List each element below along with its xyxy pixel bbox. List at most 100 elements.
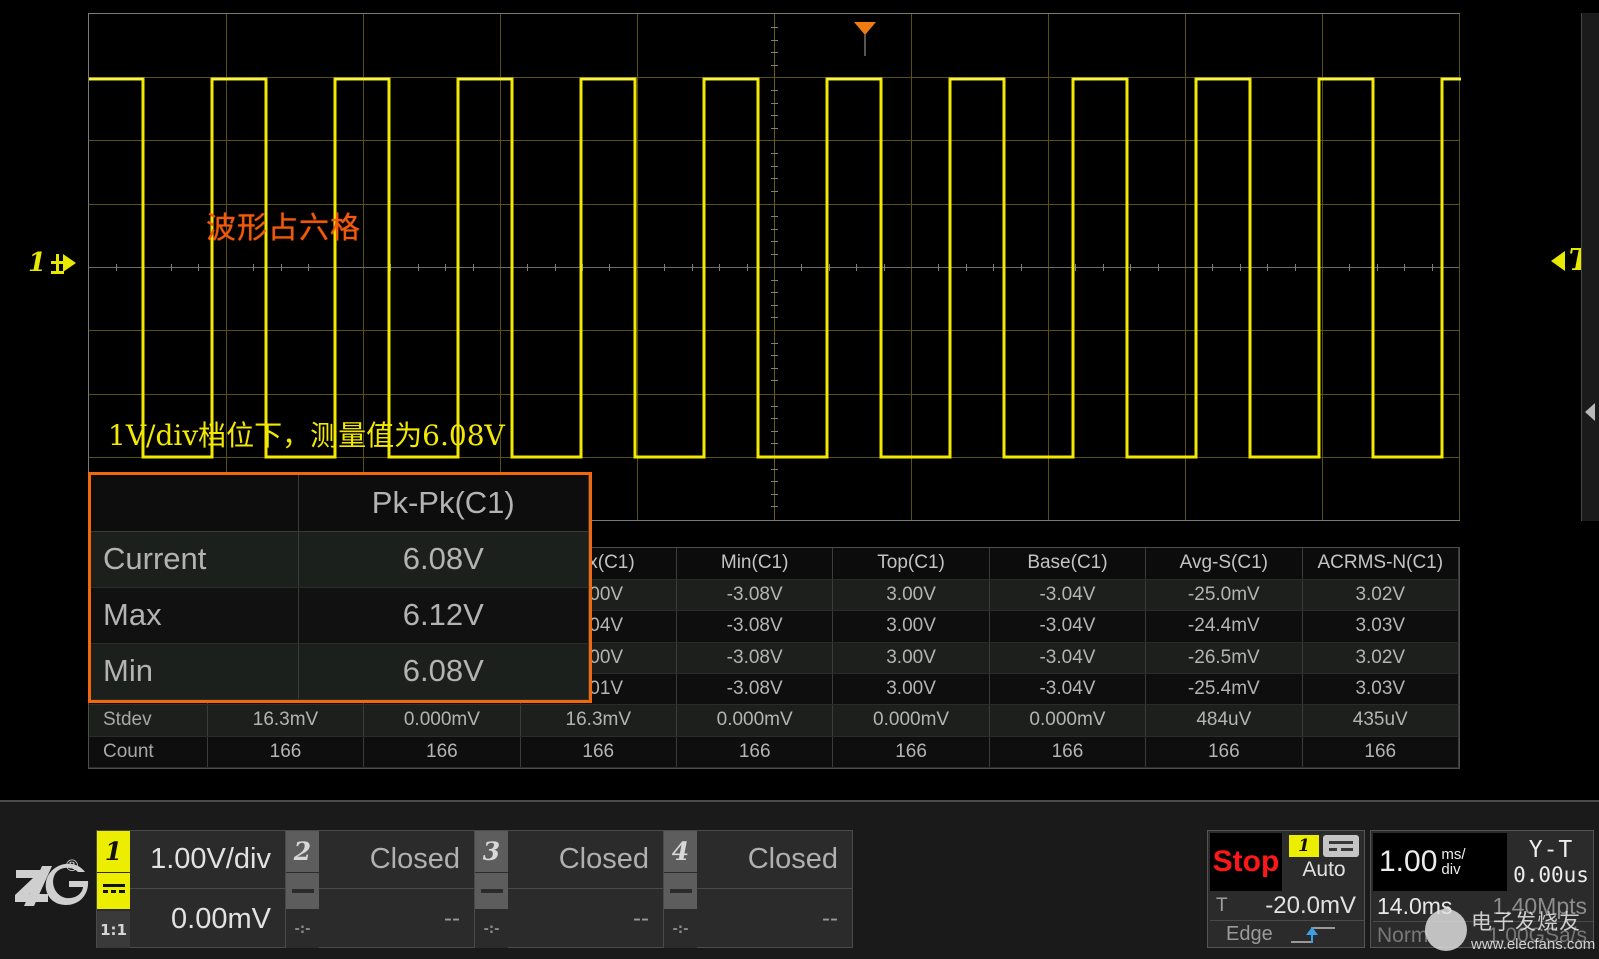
channel-2-vertical-scale[interactable]: Closed — [319, 831, 474, 889]
right-panel-collapse-handle[interactable] — [1581, 13, 1599, 521]
row-label: Count — [89, 736, 207, 767]
table-cell: 3.03V — [1302, 673, 1458, 704]
overlay-row-value: 6.08V — [298, 531, 589, 587]
channel-1-vertical-offset[interactable]: 0.00mV — [130, 890, 285, 948]
channel-2-number-badge[interactable]: 2 — [286, 831, 319, 872]
channel-1-number-badge[interactable]: 1 — [97, 831, 130, 872]
channel-3-probe-ratio[interactable]: -:- — [475, 911, 508, 948]
trigger-coupling-icon[interactable] — [1323, 835, 1359, 857]
table-col-header: Base(C1) — [989, 548, 1145, 579]
ground-reference-icon — [49, 252, 79, 274]
timebase-scale[interactable]: 1.00 ms/ div — [1373, 833, 1507, 891]
table-cell: 3.00V — [833, 611, 989, 642]
overlay-header-row: Pk-Pk(C1) — [91, 475, 589, 531]
watermark-brand-cn: 电子发烧友 — [1471, 906, 1595, 936]
channel-1-probe-ratio[interactable]: 1:1 — [97, 911, 130, 948]
table-cell: 0.000mV — [833, 705, 989, 736]
table-cell: 0.000mV — [989, 705, 1145, 736]
table-cell: 3.03V — [1302, 611, 1458, 642]
table-col-header: Top(C1) — [833, 548, 989, 579]
channel-4-badges[interactable]: 4 -:- — [664, 831, 697, 947]
channel-2-coupling-icon[interactable] — [286, 873, 319, 909]
table-cell: 435uV — [1302, 705, 1458, 736]
row-label: Stdev — [89, 705, 207, 736]
table-cell: -3.08V — [676, 579, 832, 610]
table-col-header: Min(C1) — [676, 548, 832, 579]
trigger-type-label[interactable]: Edge — [1210, 923, 1273, 946]
arrow-left-icon — [1551, 251, 1565, 271]
table-cell: -3.08V — [676, 642, 832, 673]
trigger-sweep-mode[interactable]: Auto — [1302, 858, 1345, 882]
channel-3-coupling-icon[interactable] — [475, 873, 508, 909]
channel-2-probe-ratio[interactable]: -:- — [286, 911, 319, 948]
overlay-row-label: Min — [91, 643, 298, 699]
channel-4-panel[interactable]: 4 -:- Closed -- — [663, 830, 853, 948]
channel-3-vertical-offset[interactable]: -- — [508, 890, 663, 948]
trigger-type-row[interactable]: Edge — [1210, 922, 1364, 947]
trigger-level-prefix: T — [1210, 895, 1228, 917]
watermark-url: www.elecfans.com — [1471, 936, 1595, 953]
table-cell: 3.02V — [1302, 642, 1458, 673]
table-cell: 16.3mV — [520, 705, 676, 736]
trigger-source-channel-badge[interactable]: 1 — [1289, 835, 1319, 857]
channel-4-coupling-icon[interactable] — [664, 873, 697, 909]
channel-1-vertical-scale[interactable]: 1.00V/div — [130, 831, 285, 889]
channel-1-badges[interactable]: 1 1:1 — [97, 831, 130, 947]
table-cell: -25.4mV — [1146, 673, 1302, 704]
table-cell: 3.00V — [833, 642, 989, 673]
overlay-row-value: 6.12V — [298, 587, 589, 643]
table-cell: 166 — [833, 736, 989, 767]
channel-2-panel[interactable]: 2 -:- Closed -- — [285, 830, 475, 948]
timebase-mode: Y-T — [1529, 837, 1574, 863]
rising-edge-icon[interactable] — [1273, 925, 1364, 945]
table-cell: 166 — [989, 736, 1145, 767]
timebase-mode-block[interactable]: Y-T 0.00us — [1509, 833, 1593, 891]
run-stop-status[interactable]: Stop — [1210, 833, 1282, 891]
channel-1-panel[interactable]: 1 1:1 1.00V/div 0.00mV — [96, 830, 286, 948]
table-cell: 166 — [1146, 736, 1302, 767]
table-cell: 484uV — [1146, 705, 1302, 736]
timebase-scale-value: 1.00 — [1379, 845, 1437, 879]
overlay-col-header: Pk-Pk(C1) — [298, 475, 589, 531]
channel-4-probe-ratio[interactable]: -:- — [664, 911, 697, 948]
channel-3-number-badge[interactable]: 3 — [475, 831, 508, 872]
channel-3-panel[interactable]: 3 -:- Closed -- — [474, 830, 664, 948]
overlay-row-label: Max — [91, 587, 298, 643]
acquisition-mode[interactable]: Norm — [1373, 924, 1428, 948]
site-watermark: 电子发烧友 www.elecfans.com — [1425, 906, 1595, 953]
table-cell: 166 — [207, 736, 363, 767]
channel-1-ground-marker[interactable]: 1 — [28, 248, 79, 278]
channel-2-badges[interactable]: 2 -:- — [286, 831, 319, 947]
overlay-row: Min 6.08V — [91, 643, 589, 699]
table-cell: -26.5mV — [1146, 642, 1302, 673]
channel-4-vertical-scale[interactable]: Closed — [697, 831, 852, 889]
table-cell: 166 — [520, 736, 676, 767]
channel-4-number-badge[interactable]: 4 — [664, 831, 697, 872]
highlighted-pkpk-measurement-box: Pk-Pk(C1) Current 6.08V Max 6.12V Min 6.… — [88, 472, 592, 703]
trigger-source-block[interactable]: 1 Auto — [1284, 833, 1364, 891]
channel-2-vertical-offset[interactable]: -- — [319, 890, 474, 948]
timebase-delay[interactable]: 0.00us — [1513, 863, 1589, 887]
timebase-unit-numerator: ms/ — [1441, 847, 1465, 862]
channel-1-coupling-icon[interactable] — [97, 873, 130, 909]
channel-3-vertical-scale[interactable]: Closed — [508, 831, 663, 889]
table-cell: 3.00V — [833, 673, 989, 704]
channel-4-vertical-offset[interactable]: -- — [697, 890, 852, 948]
table-cell: 0.000mV — [676, 705, 832, 736]
table-cell: -25.0mV — [1146, 579, 1302, 610]
trigger-level-value[interactable]: -20.0mV — [1228, 892, 1364, 920]
table-col-header: Avg-S(C1) — [1146, 548, 1302, 579]
channel-3-badges[interactable]: 3 -:- — [475, 831, 508, 947]
trigger-level-row[interactable]: T -20.0mV — [1210, 892, 1364, 921]
table-cell: -3.04V — [989, 642, 1145, 673]
trigger-panel[interactable]: Stop 1 Auto T -20.0mV Edge — [1207, 830, 1365, 948]
collapse-left-arrow-icon — [1585, 403, 1595, 421]
trigger-position-line — [864, 34, 866, 56]
table-cell: -3.08V — [676, 611, 832, 642]
annotation-waveform-divisions: 波形占六格 — [206, 203, 361, 247]
table-cell: 16.3mV — [207, 705, 363, 736]
table-cell: 166 — [364, 736, 520, 767]
table-cell: 0.000mV — [364, 705, 520, 736]
table-cell: -24.4mV — [1146, 611, 1302, 642]
overlay-row: Current 6.08V — [91, 531, 589, 587]
